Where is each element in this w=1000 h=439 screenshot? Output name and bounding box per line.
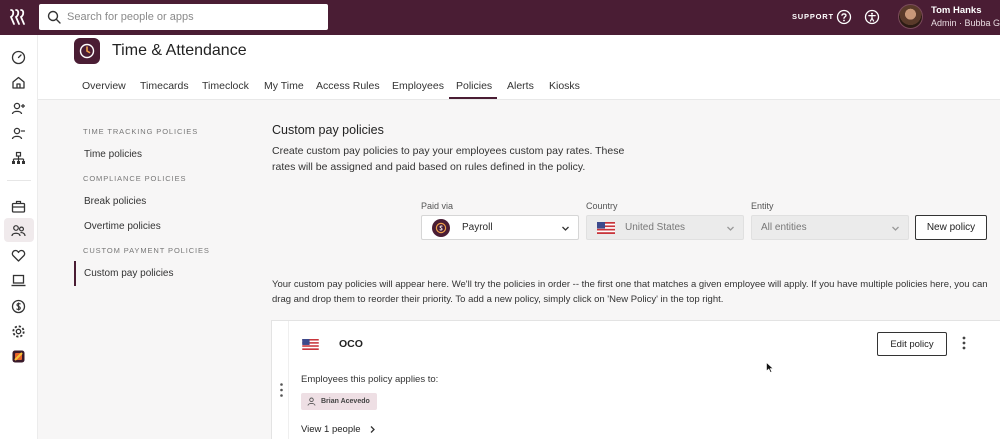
drag-handle-icon[interactable] [280,383,283,397]
tab-timecards[interactable]: Timecards [140,80,189,92]
sidenav-item-break-policies[interactable]: Break policies [84,196,146,207]
left-rail [0,35,38,439]
policies-info-text: Your custom pay policies will appear her… [272,279,988,305]
tab-overview[interactable]: Overview [82,80,126,92]
home-icon[interactable] [11,75,26,90]
policy-card: OCO Edit policy Employees this policy ap… [271,320,1000,439]
section-title: Custom pay policies [272,123,384,137]
tab-kiosks[interactable]: Kiosks [549,80,580,92]
edit-policy-button[interactable]: Edit policy [877,332,947,356]
new-policy-button[interactable]: New policy [915,215,987,240]
country-label: Country [586,201,618,211]
people-icon[interactable] [11,223,26,238]
sidenav-active-indicator [74,261,76,286]
tab-policies[interactable]: Policies [456,80,492,92]
sidenav-heading-custom-payment: CUSTOM PAYMENT POLICIES [83,246,210,255]
chevron-right-icon [370,426,375,433]
app-shop-icon[interactable] [11,349,26,364]
dollar-icon[interactable] [11,299,26,314]
clock-icon [79,43,95,59]
country-value: United States [625,222,686,233]
tab-employees[interactable]: Employees [392,80,444,92]
applies-to-label: Employees this policy applies to: [301,374,439,385]
support-link[interactable]: SUPPORT [792,12,834,21]
time-attendance-app-icon [74,38,100,64]
chevron-down-icon [892,226,899,231]
sidenav-heading-time-tracking: TIME TRACKING POLICIES [83,127,199,136]
entity-label: Entity [751,201,774,211]
sidenav-item-overtime-policies[interactable]: Overtime policies [84,221,161,232]
dashboard-icon[interactable] [11,50,26,65]
user-name[interactable]: Tom Hanks [931,5,982,16]
section-description: Create custom pay policies to pay your e… [272,145,625,173]
search-input[interactable] [67,11,317,23]
user-avatar[interactable] [898,4,923,29]
chevron-down-icon [562,226,569,231]
org-chart-icon[interactable] [11,151,26,166]
user-role: Admin · Bubba G [931,18,1000,28]
tab-timeclock[interactable]: Timeclock [202,80,249,92]
briefcase-icon[interactable] [11,199,26,214]
gear-icon[interactable] [11,324,26,339]
tab-access-rules[interactable]: Access Rules [316,80,380,92]
rippling-logo-icon[interactable] [8,7,28,27]
add-person-icon[interactable] [11,101,26,116]
more-options-icon[interactable] [962,336,966,350]
payroll-icon [432,218,450,237]
tab-alerts[interactable]: Alerts [507,80,534,92]
person-icon [307,397,316,406]
top-bar: SUPPORT Tom Hanks Admin · Bubba G [0,0,1000,35]
employee-chip[interactable]: Brian Acevedo [301,393,377,410]
accessibility-icon[interactable] [864,9,880,25]
rail-divider [7,180,31,181]
paid-via-label: Paid via [421,201,454,211]
us-flag-icon [302,339,319,350]
search-icon [47,10,61,24]
view-people-label: View 1 people [301,424,361,435]
country-select[interactable]: United States [586,215,744,240]
page-title: Time & Attendance [112,42,247,59]
laptop-icon[interactable] [11,273,26,288]
entity-select[interactable]: All entities [751,215,909,240]
sidenav-item-time-policies[interactable]: Time policies [84,149,142,160]
sidenav-item-custom-pay-policies[interactable]: Custom pay policies [84,268,173,279]
heart-icon[interactable] [11,248,26,263]
employee-chip-label: Brian Acevedo [321,398,370,405]
drag-handle[interactable] [272,321,289,439]
search-box[interactable] [39,4,328,30]
remove-person-icon[interactable] [11,126,26,141]
view-people-link[interactable]: View 1 people [301,424,376,435]
us-flag-icon [597,221,615,234]
mouse-cursor-icon [766,362,774,373]
tab-my-time[interactable]: My Time [264,80,304,92]
help-icon[interactable] [836,9,852,25]
entity-value: All entities [761,222,807,233]
chevron-down-icon [727,226,734,231]
paid-via-value: Payroll [462,222,493,233]
paid-via-select[interactable]: Payroll [421,215,579,240]
policy-name: OCO [339,338,363,350]
sidenav-heading-compliance: COMPLIANCE POLICIES [83,174,187,183]
